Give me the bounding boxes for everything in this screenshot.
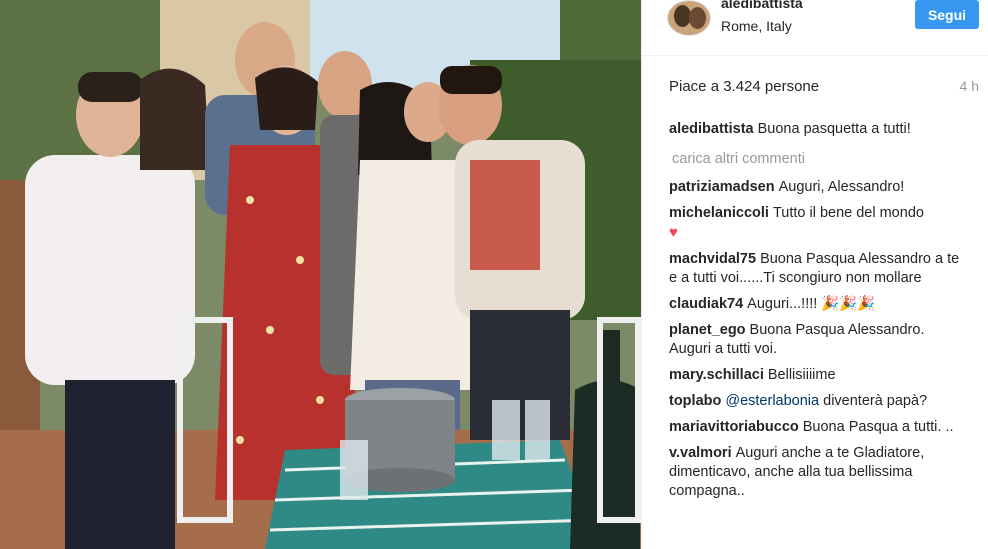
comment-item: mariavittoriabucco Buona Pasqua a tutti. … [669, 418, 969, 437]
comment-item: patriziamadsen Auguri, Alessandro! [669, 178, 969, 197]
comment-item: toplabo @esterlabonia diventerà papà? [669, 392, 969, 411]
post-time[interactable]: 4 h [960, 78, 979, 94]
heart-icon: ♥ [669, 224, 678, 241]
comment-text: diventerà papà? [823, 393, 928, 409]
comment-user[interactable]: patriziamadsen [669, 179, 775, 195]
comment-user[interactable]: v.valmori [669, 445, 732, 461]
post-stats: Piace a 3.424 persone 4 h [669, 78, 979, 98]
likes-count[interactable]: Piace a 3.424 persone [669, 78, 819, 95]
avatar-face-right [689, 7, 706, 29]
party-emoji-icon: 🎉🎉🎉 [821, 296, 876, 312]
comment-text: Auguri, Alessandro! [778, 179, 905, 195]
comment-text: Buona Pasqua a tutti. .. [802, 419, 954, 435]
comment-user[interactable]: claudiak74 [669, 296, 743, 312]
comment-user[interactable]: michelaniccoli [669, 205, 769, 221]
post-side-panel: aledibattista Rome, Italy Segui Piace a … [641, 0, 988, 549]
load-more-comments-link[interactable]: carica altri commenti [672, 150, 969, 169]
caption: aledibattista Buona pasquetta a tutti! [669, 120, 969, 139]
group-photo-illustration [0, 0, 641, 549]
comments-list: aledibattista Buona pasquetta a tutti! ca… [669, 120, 969, 508]
post-location[interactable]: Rome, Italy [721, 18, 792, 34]
post-photo[interactable] [0, 0, 641, 549]
comment-text: Buona pasquetta a tutti! [757, 121, 911, 137]
comment-item: michelaniccoli Tutto il bene del mondo ♥ [669, 204, 969, 243]
comment-user[interactable]: planet_ego [669, 322, 746, 338]
comment-item: claudiak74 Auguri...!!!! 🎉🎉🎉 [669, 295, 969, 314]
comment-text: Bellisiiiime [767, 367, 836, 383]
comment-user[interactable]: machvidal75 [669, 251, 756, 267]
post-header: aledibattista Rome, Italy Segui [642, 0, 988, 56]
avatar[interactable] [667, 0, 711, 36]
comment-item: mary.schillaci Bellisiiiime [669, 366, 969, 385]
comment-item: machvidal75 Buona Pasqua Alessandro a te … [669, 250, 969, 288]
follow-button[interactable]: Segui [915, 0, 979, 29]
comment-text: Tutto il bene del mondo [772, 205, 924, 221]
comment-item: v.valmori Auguri anche a te Gladiatore, d… [669, 444, 969, 501]
comment-user[interactable]: mary.schillaci [669, 367, 764, 383]
comment-user[interactable]: mariavittoriabucco [669, 419, 799, 435]
comment-user[interactable]: aledibattista [669, 121, 754, 137]
comment-item: planet_ego Buona Pasqua Alessandro. Augur… [669, 321, 969, 359]
comment-text: Auguri...!!!! [747, 296, 818, 312]
comment-mention-link[interactable]: @esterlabonia [725, 393, 819, 409]
post-username[interactable]: aledibattista [721, 0, 803, 11]
comment-user[interactable]: toplabo [669, 393, 721, 409]
